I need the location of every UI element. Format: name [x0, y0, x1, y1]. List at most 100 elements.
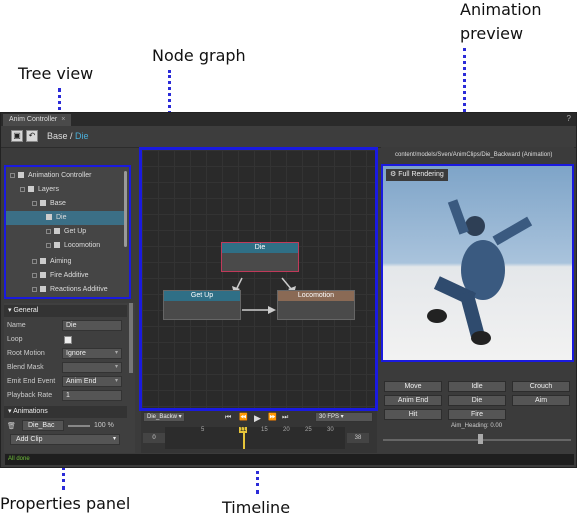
full-rendering-toggle[interactable]: ⚙ Full Rendering	[386, 169, 448, 181]
node-get-up[interactable]: Get Up	[163, 290, 241, 320]
tab-anim-controller[interactable]: Anim Controller ×	[3, 114, 72, 126]
param-button-die[interactable]: Die	[448, 395, 506, 406]
blend-mask-select[interactable]: ▾	[62, 362, 122, 373]
clip-icon	[54, 228, 60, 235]
tree-item-get-up[interactable]: Get Up	[46, 225, 86, 239]
anim-clip-select[interactable]: Die_Bac	[22, 420, 64, 431]
undo-icon[interactable]: ↶	[26, 130, 38, 142]
playhead-frame: 11	[239, 427, 248, 433]
param-button-move[interactable]: Move	[384, 381, 442, 392]
param-button-crouch[interactable]: Crouch	[512, 381, 570, 392]
expand-icon[interactable]	[46, 242, 51, 248]
expand-icon[interactable]	[10, 172, 15, 178]
layer-icon	[40, 258, 46, 265]
loop-label: Loop	[7, 336, 23, 343]
expand-icon[interactable]	[32, 286, 37, 292]
callout-timeline: Timeline	[222, 498, 291, 517]
anim-controller-window: Anim Controller × ? ▣ ↶ Base / Die Animat…	[0, 112, 577, 468]
playback-rate-label: Playback Rate	[7, 392, 53, 399]
skip-start-icon[interactable]: ⏮	[225, 413, 231, 423]
breadcrumb: Base / Die	[47, 131, 89, 141]
expand-icon[interactable]	[32, 200, 37, 206]
preview-panel: content/models/Sven/AnimClips/Die_Backwa…	[381, 147, 574, 453]
start-frame-field[interactable]: 0	[143, 433, 165, 443]
clip-weight-value: 100 %	[94, 422, 114, 429]
asset-path: content/models/Sven/AnimClips/Die_Backwa…	[395, 152, 553, 158]
param-button-idle[interactable]: Idle	[448, 381, 506, 392]
title-bar: Anim Controller × ?	[1, 113, 576, 126]
add-clip-button[interactable]: Add Clip ▾	[10, 434, 120, 445]
trash-icon[interactable]: 🗑	[7, 422, 16, 430]
status-bar: All done	[5, 454, 574, 465]
playback-rate-field[interactable]: 1	[62, 390, 122, 401]
tick-label: 5	[201, 427, 205, 433]
aim-heading-label: Aim_Heading: 0.00	[451, 423, 503, 429]
clip-weight-slider[interactable]	[68, 425, 90, 427]
node-locomotion[interactable]: Locomotion	[277, 290, 355, 320]
expand-icon[interactable]	[46, 228, 51, 234]
tree-item-die[interactable]: Die	[6, 211, 125, 225]
tree-item-reactions-additive[interactable]: Reactions Additive	[32, 283, 108, 297]
param-button-aim[interactable]: Aim	[512, 395, 570, 406]
expand-icon[interactable]	[32, 272, 37, 278]
breadcrumb-current: Die	[75, 131, 89, 141]
breadcrumb-base[interactable]: Base	[47, 131, 68, 141]
param-button-hit[interactable]: Hit	[384, 409, 442, 420]
save-icon[interactable]: ▣	[11, 130, 23, 142]
tree-item-locomotion[interactable]: Locomotion	[46, 239, 100, 253]
animation-preview[interactable]: ⚙ Full Rendering	[381, 164, 574, 362]
tab-label: Anim Controller	[9, 116, 58, 123]
aim-heading-knob[interactable]	[478, 434, 483, 444]
section-animations[interactable]: ▾ Animations	[4, 406, 127, 418]
callout-tree-view: Tree view	[18, 64, 94, 83]
properties-scrollbar[interactable]	[129, 303, 133, 373]
node-graph[interactable]: Die Get Up Locomotion	[139, 147, 378, 411]
tick-label: 20	[283, 427, 290, 433]
callout-animation-preview-line1: Animation	[460, 0, 542, 19]
fps-select[interactable]: 30 FPS ▾	[315, 412, 373, 422]
expand-icon[interactable]	[32, 258, 37, 264]
tick-label: 15	[261, 427, 268, 433]
skip-end-icon[interactable]: ⏭	[282, 413, 288, 423]
gear-icon: ⚙	[390, 171, 397, 178]
tree-scrollbar[interactable]	[124, 171, 127, 247]
param-button-anim-end[interactable]: Anim End	[384, 395, 442, 406]
breadcrumb-sep: /	[67, 131, 76, 141]
callout-node-graph: Node graph	[152, 46, 246, 65]
section-general[interactable]: ▾ General	[4, 305, 127, 317]
tree-view: Animation Controller Layers Base Die Get…	[4, 165, 131, 299]
play-icon[interactable]: ▶	[254, 413, 261, 423]
node-die[interactable]: Die	[221, 242, 299, 272]
close-icon[interactable]: ×	[61, 116, 65, 123]
emit-end-event-select[interactable]: Anim End ▾	[62, 376, 122, 387]
chevron-down-icon: ▾	[114, 378, 118, 384]
end-frame-field[interactable]: 38	[347, 433, 369, 443]
aim-heading-slider[interactable]	[383, 439, 571, 441]
tree-item-animation-controller[interactable]: Animation Controller	[10, 169, 91, 183]
help-icon[interactable]: ?	[567, 114, 571, 123]
expand-icon[interactable]	[20, 186, 25, 192]
step-forward-icon[interactable]: ⏩	[268, 413, 277, 423]
step-back-icon[interactable]: ⏪	[239, 413, 248, 423]
character-figure	[427, 199, 533, 345]
emit-end-event-label: Emit End Event	[7, 378, 56, 385]
layers-icon	[28, 186, 34, 193]
tree-item-layers[interactable]: Layers	[20, 183, 59, 197]
tree-item-fire-additive[interactable]: Fire Additive	[32, 269, 89, 283]
graph-links	[232, 277, 296, 314]
name-field[interactable]: Die	[62, 320, 122, 331]
tree-item-aiming[interactable]: Aiming	[32, 255, 71, 269]
loop-checkbox[interactable]	[64, 336, 72, 344]
root-motion-select[interactable]: Ignore ▾	[62, 348, 122, 359]
tick-label: 25	[305, 427, 312, 433]
timeline-clip-select[interactable]: Die_Backw ▾	[143, 412, 185, 422]
arrow-head-icon	[268, 306, 276, 314]
layer-icon	[40, 200, 46, 207]
timeline: Die_Backw ▾ ⏮ ⏪ ▶ ⏩ ⏭ 30 FPS ▾ 0 5 15 20…	[141, 411, 377, 453]
param-button-fire[interactable]: Fire	[448, 409, 506, 420]
tree-item-base[interactable]: Base	[32, 197, 66, 211]
blend-mask-label: Blend Mask	[7, 364, 44, 371]
clip-icon	[46, 214, 52, 221]
timeline-ruler[interactable]: 5 15 20 25 30 11	[165, 427, 345, 449]
chevron-down-icon: ▾	[112, 436, 116, 442]
